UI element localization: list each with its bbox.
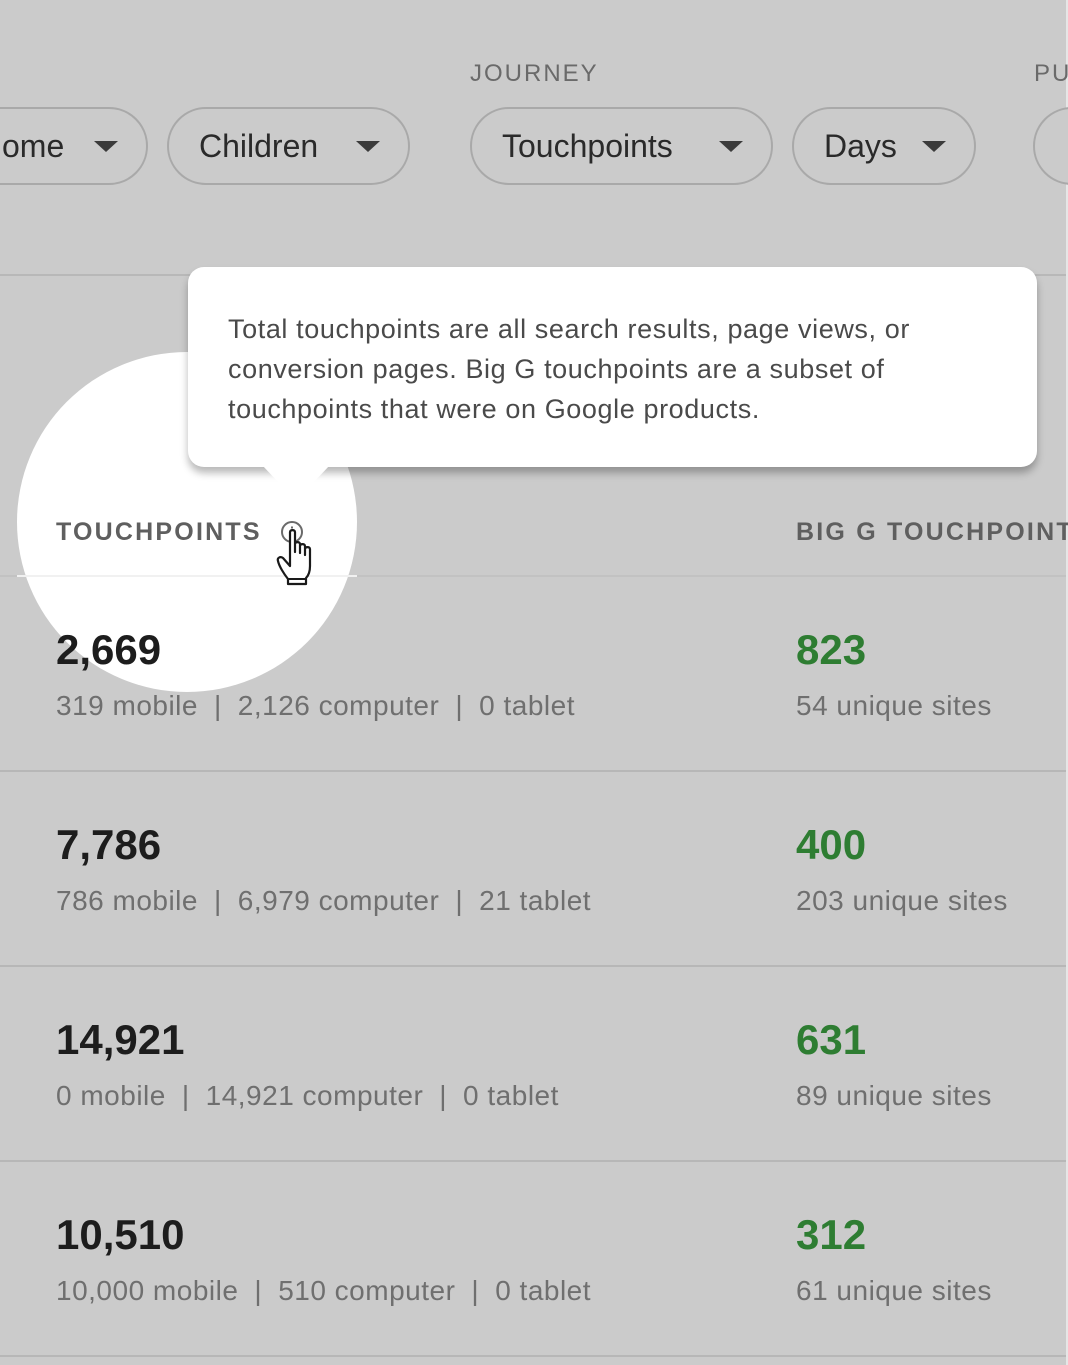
big-g-column-header: BIG G TOUCHPOINT bbox=[796, 518, 1068, 546]
big-g-total: 631 bbox=[796, 1016, 867, 1063]
children-filter-chip[interactable]: Children bbox=[167, 107, 410, 185]
days-filter-chip[interactable]: Days bbox=[792, 107, 976, 185]
info-tooltip: Total touchpoints are all search results… bbox=[188, 267, 1037, 467]
caret-down-icon bbox=[922, 140, 946, 152]
unique-sites: 61 unique sites bbox=[796, 1275, 992, 1306]
unique-sites: 203 unique sites bbox=[796, 885, 1008, 916]
device-breakdown: 0 mobile | 14,921 computer | 0 tablet bbox=[56, 1080, 559, 1112]
big-g-total: 823 bbox=[796, 626, 867, 673]
hand-cursor-icon bbox=[276, 529, 312, 586]
row-divider bbox=[0, 965, 1066, 967]
mobile-count: 786 mobile bbox=[56, 885, 198, 916]
touchpoints-filter-chip[interactable]: Touchpoints bbox=[470, 107, 773, 185]
touchpoints-total: 10,510 bbox=[56, 1211, 185, 1258]
tablet-count: 0 tablet bbox=[463, 1080, 559, 1111]
row-divider bbox=[0, 770, 1066, 772]
next-filter-chip-partial[interactable] bbox=[1033, 107, 1068, 185]
big-g-total: 400 bbox=[796, 821, 867, 868]
touchpoints-total: 7,786 bbox=[56, 821, 162, 868]
computer-count: 6,979 computer bbox=[237, 885, 440, 916]
caret-down-icon bbox=[94, 140, 118, 152]
device-breakdown: 786 mobile | 6,979 computer | 21 tablet bbox=[56, 885, 591, 917]
separator: | bbox=[181, 1080, 190, 1111]
tablet-count: 0 tablet bbox=[495, 1275, 592, 1306]
touchpoints-column-header: TOUCHPOINTS bbox=[56, 518, 262, 546]
tablet-count: 21 tablet bbox=[479, 885, 592, 916]
mobile-count: 0 mobile bbox=[56, 1080, 166, 1111]
journey-group-label: JOURNEY bbox=[470, 60, 599, 87]
separator: | bbox=[439, 1080, 448, 1111]
mobile-count: 319 mobile bbox=[56, 690, 198, 721]
separator: | bbox=[455, 885, 464, 916]
income-filter-chip[interactable]: ome bbox=[0, 107, 148, 185]
caret-down-icon bbox=[719, 140, 743, 152]
next-group-label: PU bbox=[1034, 60, 1068, 87]
row-divider bbox=[0, 1160, 1066, 1162]
computer-count: 14,921 computer bbox=[205, 1080, 424, 1111]
unique-sites: 54 unique sites bbox=[796, 690, 992, 721]
unique-sites: 89 unique sites bbox=[796, 1080, 992, 1111]
big-g-total: 312 bbox=[796, 1211, 867, 1258]
tooltip-arrow bbox=[262, 465, 330, 501]
computer-count: 2,126 computer bbox=[237, 690, 440, 721]
touchpoints-filter-label: Touchpoints bbox=[502, 127, 673, 164]
separator: | bbox=[471, 1275, 480, 1306]
device-breakdown: 10,000 mobile | 510 computer | 0 tablet bbox=[56, 1275, 591, 1307]
separator: | bbox=[254, 1275, 263, 1306]
mobile-count: 10,000 mobile bbox=[56, 1275, 239, 1306]
tablet-count: 0 tablet bbox=[479, 690, 575, 721]
income-filter-label: ome bbox=[2, 127, 65, 164]
separator: | bbox=[213, 690, 222, 721]
children-filter-label: Children bbox=[199, 127, 319, 164]
computer-count: 510 computer bbox=[278, 1275, 456, 1306]
device-breakdown: 319 mobile | 2,126 computer | 0 tablet bbox=[56, 690, 575, 722]
separator: | bbox=[455, 690, 464, 721]
tooltip-text: Total touchpoints are all search results… bbox=[228, 314, 910, 424]
days-filter-label: Days bbox=[824, 127, 897, 164]
caret-down-icon bbox=[356, 140, 380, 152]
touchpoints-total: 2,669 bbox=[56, 626, 162, 673]
separator: | bbox=[213, 885, 222, 916]
touchpoints-total: 14,921 bbox=[56, 1016, 185, 1063]
row-divider bbox=[0, 1355, 1066, 1357]
